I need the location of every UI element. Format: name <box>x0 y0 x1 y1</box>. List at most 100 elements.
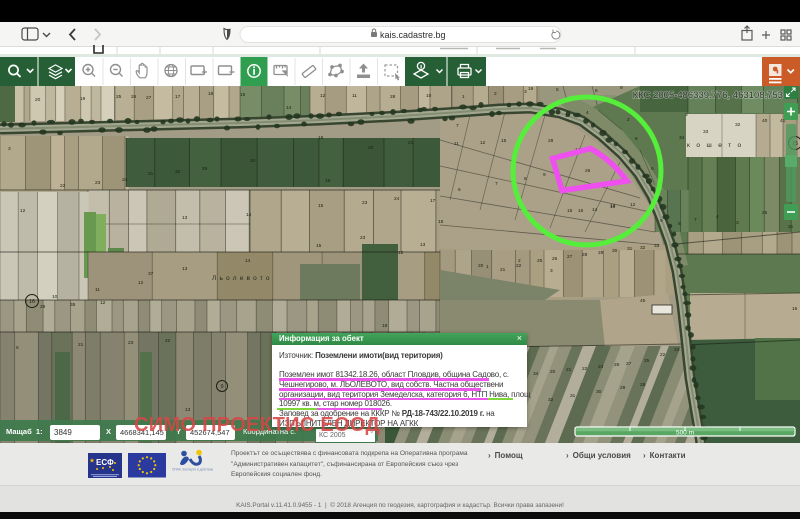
svg-text:kais.cadastre.bg: kais.cadastre.bg <box>380 30 446 40</box>
svg-text:22: 22 <box>60 183 66 189</box>
svg-text:28: 28 <box>640 382 646 388</box>
svg-text:14: 14 <box>246 212 252 218</box>
svg-text:21: 21 <box>566 367 572 373</box>
svg-text:15: 15 <box>240 92 246 98</box>
svg-text:32: 32 <box>548 397 554 403</box>
svg-text:37: 37 <box>148 271 154 277</box>
svg-text:12: 12 <box>320 93 326 99</box>
svg-text:11: 11 <box>352 93 357 99</box>
svg-text:26: 26 <box>552 256 558 262</box>
svg-text:12: 12 <box>138 280 144 286</box>
svg-text:21: 21 <box>500 267 506 273</box>
svg-text:20: 20 <box>368 145 374 151</box>
svg-text:22: 22 <box>582 366 588 372</box>
svg-text:6: 6 <box>635 136 638 142</box>
svg-text:23: 23 <box>362 200 368 206</box>
svg-text:10: 10 <box>52 294 58 300</box>
svg-text:7: 7 <box>456 123 459 129</box>
svg-text:12: 12 <box>480 140 486 146</box>
svg-text:11: 11 <box>454 141 459 147</box>
svg-text:29: 29 <box>598 250 604 256</box>
svg-text:7: 7 <box>694 217 697 223</box>
svg-text:30: 30 <box>596 389 602 395</box>
svg-text:7: 7 <box>495 181 498 187</box>
svg-text:15: 15 <box>567 208 573 214</box>
svg-text:25: 25 <box>537 258 543 264</box>
svg-text:ККС 2005-486339.776, 463108.75: ККС 2005-486339.776, 463108.753 <box>633 90 783 101</box>
svg-text:3: 3 <box>524 89 527 95</box>
svg-text:23: 23 <box>360 235 366 241</box>
svg-text:24: 24 <box>122 177 128 183</box>
svg-text:14: 14 <box>245 258 251 264</box>
svg-text:31: 31 <box>148 171 154 177</box>
svg-text:14: 14 <box>286 105 292 111</box>
svg-text:30: 30 <box>250 158 256 164</box>
svg-text:28: 28 <box>40 304 46 310</box>
svg-text:25: 25 <box>762 210 768 216</box>
svg-text:1: 1 <box>462 94 465 100</box>
svg-text:3: 3 <box>685 112 688 118</box>
svg-text:32: 32 <box>640 245 646 251</box>
svg-text:34: 34 <box>679 135 685 141</box>
svg-text:8: 8 <box>678 221 681 227</box>
svg-text:9: 9 <box>220 384 223 390</box>
svg-text:2: 2 <box>494 91 497 97</box>
svg-text:20: 20 <box>478 263 484 269</box>
svg-text:27: 27 <box>146 95 152 101</box>
svg-text:20: 20 <box>35 97 41 103</box>
svg-text:27: 27 <box>567 254 573 260</box>
svg-text:35: 35 <box>70 302 76 308</box>
svg-text:1: 1 <box>486 264 489 270</box>
svg-text:23: 23 <box>674 347 680 353</box>
svg-text:29: 29 <box>202 166 208 172</box>
svg-text:14: 14 <box>592 207 598 213</box>
svg-text:5: 5 <box>651 166 654 172</box>
svg-text:13: 13 <box>185 407 191 413</box>
svg-text:15: 15 <box>316 243 322 249</box>
svg-text:12: 12 <box>20 208 26 214</box>
svg-text:23: 23 <box>128 340 134 346</box>
svg-text:25: 25 <box>116 94 122 100</box>
svg-text:28: 28 <box>390 94 396 100</box>
svg-text:26: 26 <box>614 362 620 368</box>
svg-text:13: 13 <box>182 266 188 272</box>
svg-text:16: 16 <box>792 306 798 312</box>
svg-text:11: 11 <box>95 287 100 293</box>
svg-text:16: 16 <box>208 91 214 97</box>
svg-text:6: 6 <box>16 345 19 351</box>
svg-text:ОПАК. Експерти в действие: ОПАК. Експерти в действие <box>172 468 214 472</box>
svg-text:19: 19 <box>80 96 86 102</box>
svg-text:19: 19 <box>325 178 331 184</box>
svg-text:16: 16 <box>578 208 584 214</box>
svg-text:25: 25 <box>644 358 650 364</box>
svg-text:13: 13 <box>420 242 426 248</box>
svg-text:18: 18 <box>318 135 324 141</box>
svg-text:17: 17 <box>565 113 571 119</box>
svg-text:28: 28 <box>548 138 554 144</box>
svg-text:29: 29 <box>620 385 626 391</box>
svg-text:12: 12 <box>100 300 106 306</box>
svg-text:23: 23 <box>95 180 101 186</box>
svg-text:6: 6 <box>595 88 598 94</box>
svg-text:32: 32 <box>175 169 181 175</box>
svg-text:кошето: кошето <box>687 142 748 149</box>
svg-text:ЕСΦ: ЕСΦ <box>96 458 114 467</box>
svg-text:22: 22 <box>516 263 522 269</box>
svg-text:4: 4 <box>586 110 589 116</box>
svg-text:9: 9 <box>660 218 663 224</box>
svg-text:22: 22 <box>660 352 666 358</box>
svg-text:15: 15 <box>318 203 324 209</box>
svg-text:20: 20 <box>550 369 556 375</box>
svg-text:12: 12 <box>398 250 404 256</box>
svg-text:31: 31 <box>627 246 633 252</box>
svg-text:26: 26 <box>585 168 591 174</box>
svg-text:18: 18 <box>438 219 444 225</box>
svg-text:15: 15 <box>501 138 507 144</box>
svg-text:28: 28 <box>582 252 588 258</box>
svg-text:Льолевото: Льолевото <box>212 275 273 282</box>
svg-text:33: 33 <box>654 243 660 249</box>
svg-text:30: 30 <box>612 248 618 254</box>
svg-text:17: 17 <box>430 198 436 204</box>
svg-text:34: 34 <box>533 371 539 377</box>
svg-text:5: 5 <box>556 87 559 93</box>
